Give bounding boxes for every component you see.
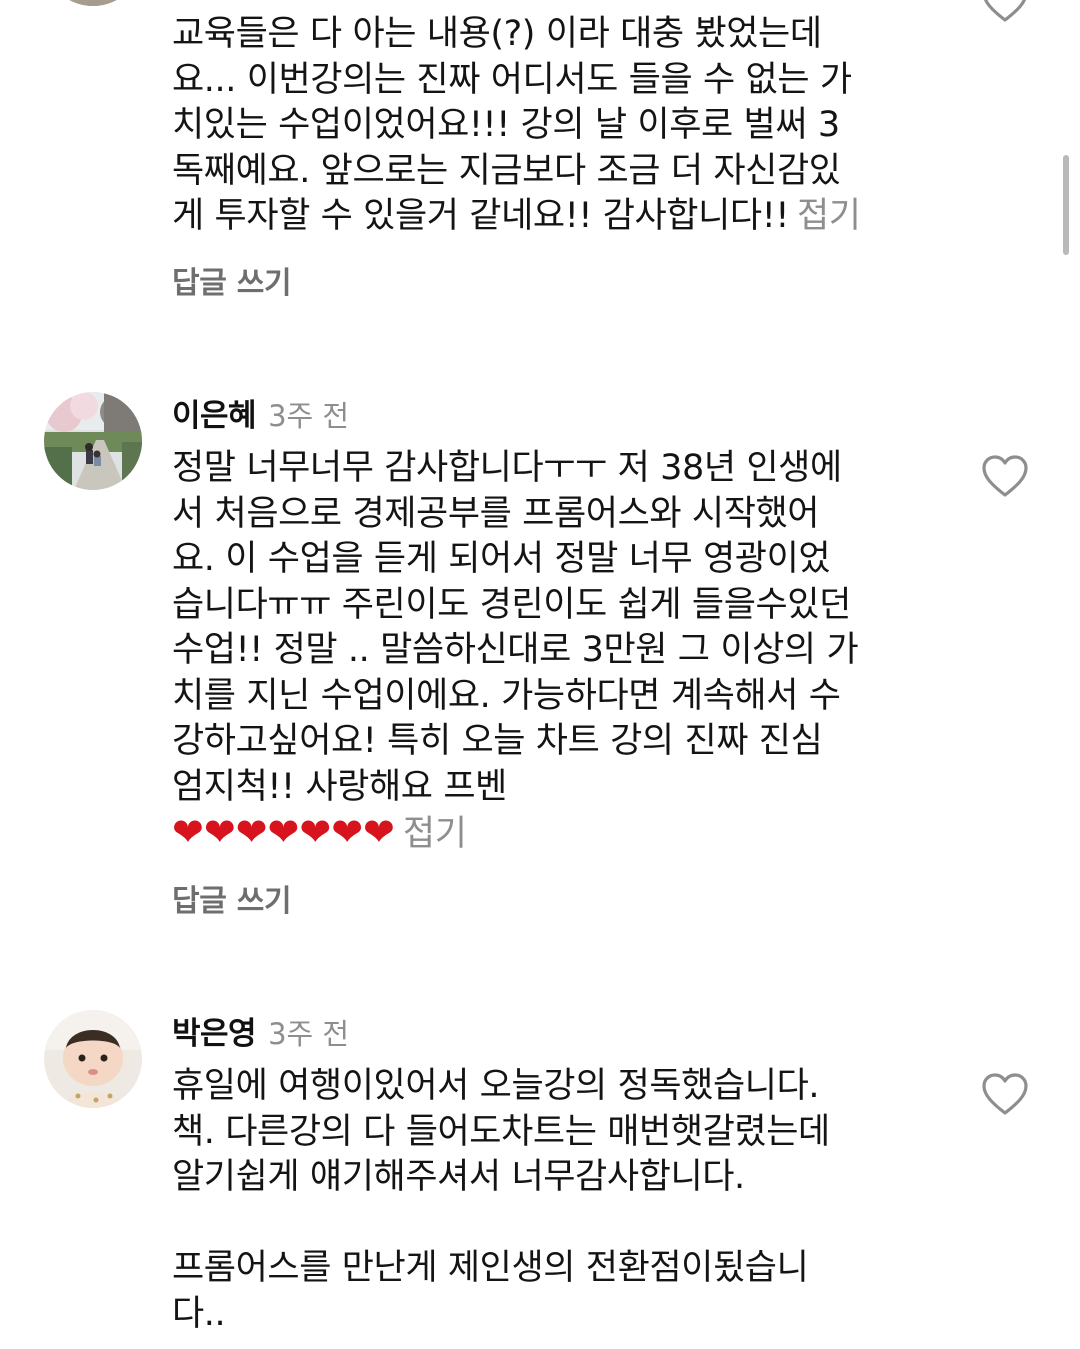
comment-line: 치를 지닌 수업이에요. 가능하다면 계속해서 수 [172,675,841,716]
avatar[interactable] [44,392,142,490]
comment-line: 교육들은 다 아는 내용(?) 이라 대충 봤었는데 [172,14,822,54]
comment-line: 정말 너무너무 감사합니다ㅜㅜ 저 38년 인생에 [172,448,842,488]
comment-meta: 이은혜 3주 전 [172,390,349,434]
comments-screen: 교육들은 다 아는 내용(?) 이라 대충 봤었는데 요... 이번강의는 진짜… [0,0,1080,1349]
fold-button[interactable]: 접기 [797,196,861,236]
comment-meta: 박은영 3주 전 [172,1008,349,1052]
comment-line: 강하고싶어요! 특히 오늘 차트 강의 진짜 진심 [172,721,823,761]
username[interactable]: 박은영 [172,1008,257,1053]
comment-line: 엄지척!! 사랑해요 프벤 [172,766,507,807]
comment-line: 서 처음으로 경제공부를 프롬어스와 시작했어 [172,493,820,534]
comment-line: 수업!! 정말 .. 말씀하신대로 3만원 그 이상의 가 [172,630,859,670]
heart-emoji-row: ❤❤❤❤❤❤❤ [172,810,395,854]
fold-button[interactable]: 접기 [403,814,467,854]
comment-line: 요. 이 수업을 듣게 되어서 정말 너무 영광이었 [172,539,831,579]
comment-text: 휴일에 여행이있어서 오늘강의 정독했습니다. 책. 다른강의 다 들어도차트는… [172,1064,902,1337]
comment-line: 다.. [172,1293,226,1334]
comment-line: 프롬어스를 만난게 제인생의 전환점이됬습니 [172,1248,809,1288]
username[interactable]: 이은혜 [172,390,257,435]
like-button[interactable] [980,453,1030,499]
like-button[interactable] [980,1071,1030,1117]
comment-line: 휴일에 여행이있어서 오늘강의 정독했습니다. [172,1066,820,1106]
avatar[interactable] [44,1010,142,1108]
comment-line: 요... 이번강의는 진짜 어디서도 들을 수 없는 가 [172,59,852,100]
comment-line: 습니다ㅠㅠ 주린이도 경린이도 쉽게 들을수있던 [172,584,851,625]
comment-line: 알기쉽게 얘기해주셔서 너무감사합니다. [172,1157,745,1197]
heart-outline-icon [983,0,1027,22]
timestamp: 3주 전 [268,1017,350,1051]
timestamp: 3주 전 [268,399,350,433]
comment-line: 치있는 수업이었어요!!! 강의 날 이후로 벌써 3 [172,105,840,145]
heart-outline-icon [982,1073,1028,1115]
comment-line: 게 투자할 수 있을거 같네요!! 감사합니다!! [172,196,789,236]
scrollbar[interactable] [1063,155,1069,255]
comment-text: 정말 너무너무 감사합니다ㅜㅜ 저 38년 인생에 서 처음으로 경제공부를 프… [172,446,902,858]
comment-line: 책. 다른강의 다 들어도차트는 매번햇갈렸는데 [172,1111,830,1152]
reply-button[interactable]: 답글 쓰기 [172,258,292,302]
reply-button[interactable]: 답글 쓰기 [172,876,292,920]
heart-outline-icon [982,455,1028,497]
comment-line: 독째예요. 앞으로는 지금보다 조금 더 자신감있 [172,150,841,191]
avatar[interactable] [44,0,142,6]
like-button[interactable] [980,0,1030,24]
comment-text: 교육들은 다 아는 내용(?) 이라 대충 봤었는데 요... 이번강의는 진짜… [172,12,902,240]
